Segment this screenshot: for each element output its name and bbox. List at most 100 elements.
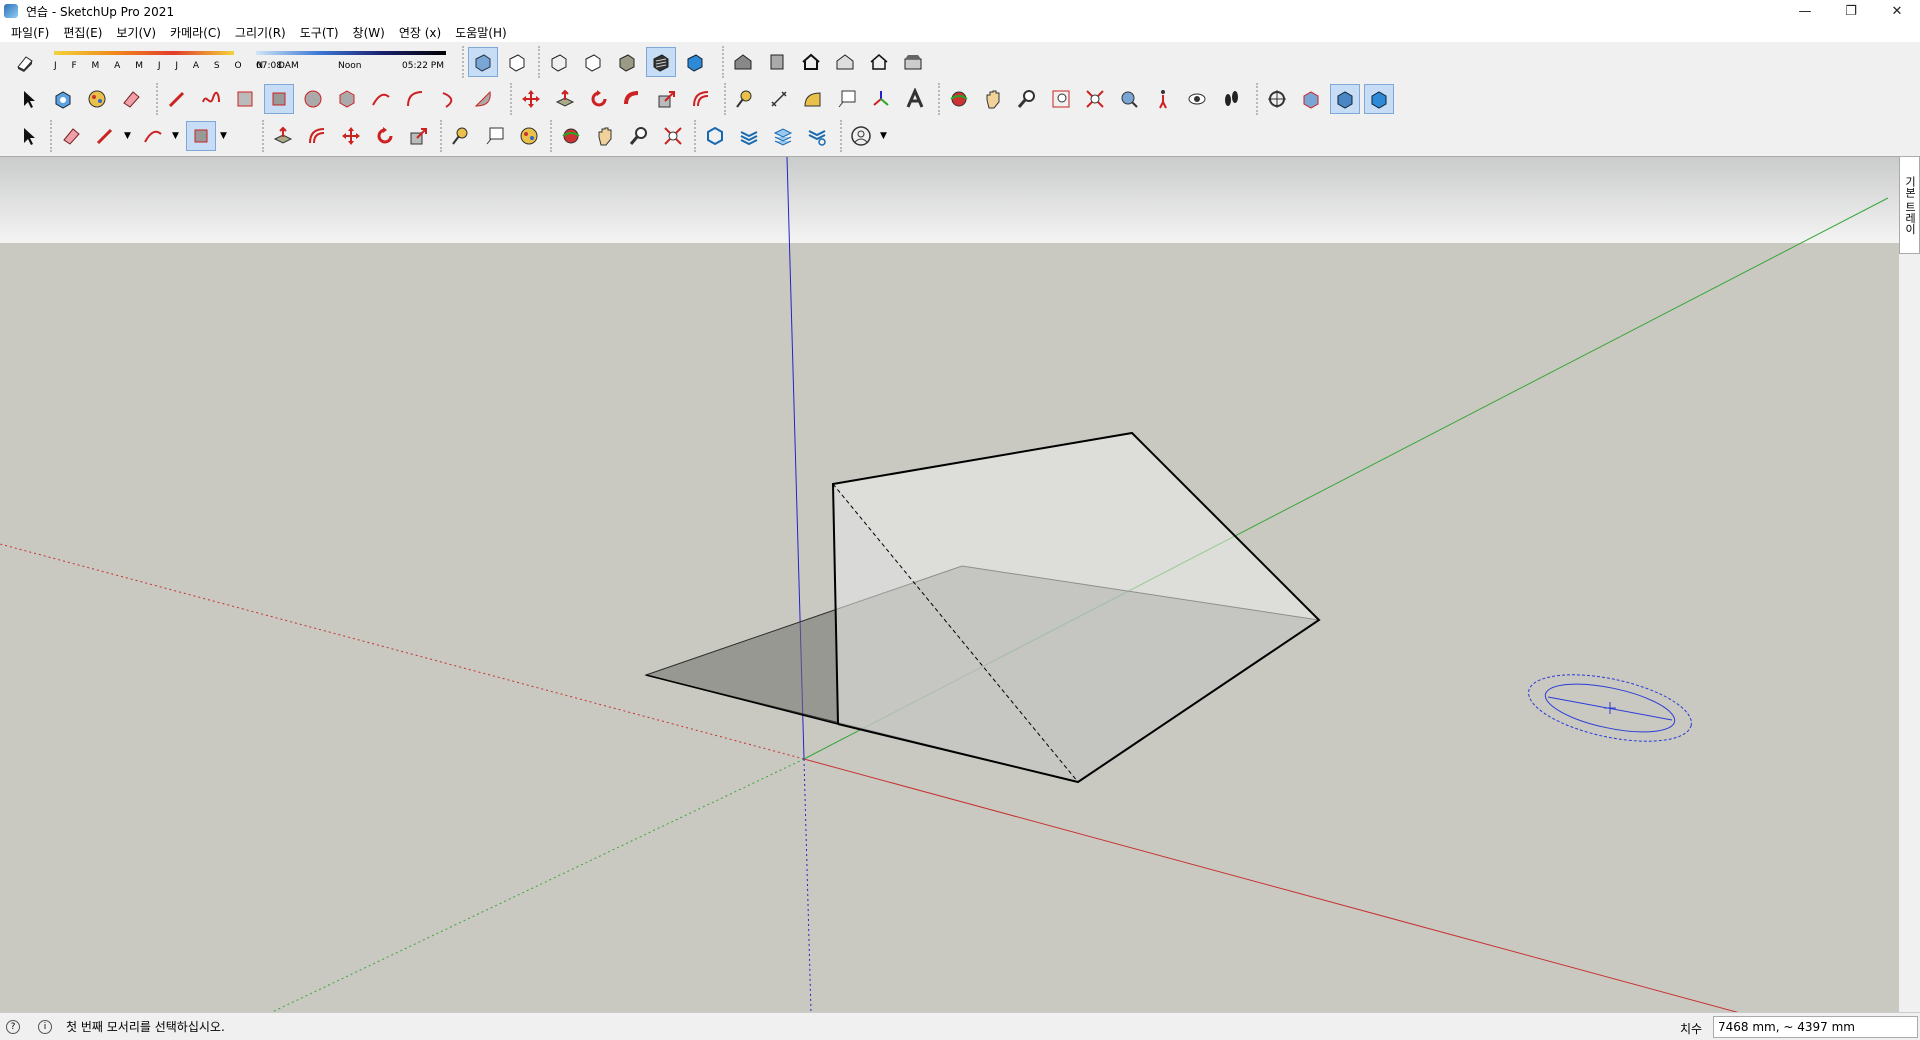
- time-slider[interactable]: [256, 51, 446, 55]
- scale-button-2[interactable]: [404, 121, 434, 151]
- front-view-button[interactable]: [796, 47, 826, 77]
- menu-draw[interactable]: 그리기(R): [228, 24, 293, 41]
- eraser-button[interactable]: [116, 84, 146, 114]
- tags-button[interactable]: [768, 121, 798, 151]
- 3d-text-button[interactable]: [900, 84, 930, 114]
- arc-dropdown-arrow[interactable]: ▼: [172, 131, 182, 141]
- look-around-button[interactable]: [1182, 84, 1212, 114]
- extension-warehouse-button[interactable]: [734, 121, 764, 151]
- geo-location-icon[interactable]: ?: [6, 1019, 20, 1034]
- line-button-2[interactable]: [90, 121, 120, 151]
- scale-icon: [658, 91, 675, 108]
- xray-button[interactable]: [468, 47, 498, 77]
- make-component-button[interactable]: [48, 84, 78, 114]
- move-button[interactable]: [516, 84, 546, 114]
- dimension-button[interactable]: [764, 84, 794, 114]
- arrow-cursor-icon: [24, 128, 35, 145]
- account-dropdown-arrow[interactable]: ▼: [880, 131, 890, 141]
- back-edges-button[interactable]: [502, 47, 532, 77]
- wireframe-button[interactable]: [544, 47, 574, 77]
- menu-edit[interactable]: 편집(E): [56, 24, 109, 41]
- menu-tools[interactable]: 도구(T): [293, 24, 346, 41]
- menu-window[interactable]: 창(W): [346, 24, 392, 41]
- three-point-arc-button[interactable]: [434, 84, 464, 114]
- select-button-2[interactable]: [14, 121, 44, 151]
- tape-measure-button[interactable]: [730, 84, 760, 114]
- text-button[interactable]: [832, 84, 862, 114]
- text-button-2[interactable]: [480, 121, 510, 151]
- push-pull-button[interactable]: [550, 84, 580, 114]
- menu-camera[interactable]: 카메라(C): [163, 24, 228, 41]
- menu-view[interactable]: 보기(V): [109, 24, 163, 41]
- iso-view-button[interactable]: [728, 47, 758, 77]
- section-plane-button[interactable]: [1262, 84, 1292, 114]
- monochrome-button[interactable]: [680, 47, 710, 77]
- rotate-button-2[interactable]: [370, 121, 400, 151]
- circle-button[interactable]: [298, 84, 328, 114]
- push-pull-button-2[interactable]: [268, 121, 298, 151]
- freehand-button[interactable]: [196, 84, 226, 114]
- zoom-button-2[interactable]: [624, 121, 654, 151]
- menu-extensions[interactable]: 연장 (x): [392, 24, 448, 41]
- account-button[interactable]: [846, 121, 876, 151]
- walk-button[interactable]: [1148, 84, 1178, 114]
- restore-button[interactable]: ❐: [1828, 0, 1874, 22]
- footprints-button[interactable]: [1216, 84, 1246, 114]
- measurements-input[interactable]: 7468 mm, ~ 4397 mm: [1713, 1016, 1918, 1038]
- offset-button-2[interactable]: [302, 121, 332, 151]
- paint-bucket-button[interactable]: [82, 84, 112, 114]
- modeling-viewport[interactable]: [0, 156, 1899, 1012]
- date-slider[interactable]: [54, 51, 234, 55]
- follow-me-button[interactable]: [618, 84, 648, 114]
- tape-measure-button-2[interactable]: [446, 121, 476, 151]
- arc-button[interactable]: [366, 84, 396, 114]
- eraser-button-2[interactable]: [56, 121, 86, 151]
- move-button-2[interactable]: [336, 121, 366, 151]
- info-icon[interactable]: i: [38, 1019, 52, 1034]
- right-view-button[interactable]: [830, 47, 860, 77]
- zoom-extents-button[interactable]: [1080, 84, 1110, 114]
- menu-help[interactable]: 도움말(H): [448, 24, 514, 41]
- shaded-button[interactable]: [612, 47, 642, 77]
- pan-button-2[interactable]: [590, 121, 620, 151]
- offset-button[interactable]: [686, 84, 716, 114]
- display-section-fill-button[interactable]: [1364, 84, 1394, 114]
- top-view-button[interactable]: [762, 47, 792, 77]
- line-button[interactable]: [162, 84, 192, 114]
- arc-button-2[interactable]: [138, 121, 168, 151]
- default-tray-tab[interactable]: 기본 트레이: [1899, 156, 1920, 254]
- scale-button[interactable]: [652, 84, 682, 114]
- rectangle-button[interactable]: [230, 84, 260, 114]
- rotate-button[interactable]: [584, 84, 614, 114]
- axes-button[interactable]: [866, 84, 896, 114]
- pan-button[interactable]: [978, 84, 1008, 114]
- select-button[interactable]: [14, 84, 44, 114]
- line-dropdown-arrow[interactable]: ▼: [124, 131, 134, 141]
- orbit-button-2[interactable]: [556, 121, 586, 151]
- shapes-button[interactable]: [186, 121, 216, 151]
- display-section-cuts-button[interactable]: [1330, 84, 1360, 114]
- two-point-arc-button[interactable]: [400, 84, 430, 114]
- 3d-warehouse-button[interactable]: [700, 121, 730, 151]
- zoom-window-button[interactable]: [1046, 84, 1076, 114]
- pie-button[interactable]: [468, 84, 498, 114]
- extension-manager-button[interactable]: [802, 121, 832, 151]
- shadow-toggle-button[interactable]: [10, 47, 40, 77]
- back-view-button[interactable]: [864, 47, 894, 77]
- minimize-button[interactable]: —: [1782, 0, 1828, 22]
- hidden-line-button[interactable]: [578, 47, 608, 77]
- display-section-planes-button[interactable]: [1296, 84, 1326, 114]
- zoom-button[interactable]: [1012, 84, 1042, 114]
- rotated-rectangle-button[interactable]: [264, 84, 294, 114]
- position-camera-button[interactable]: [1114, 84, 1144, 114]
- protractor-button[interactable]: [798, 84, 828, 114]
- polygon-button[interactable]: [332, 84, 362, 114]
- shapes-dropdown-arrow[interactable]: ▼: [220, 131, 230, 141]
- close-button[interactable]: ✕: [1874, 0, 1920, 22]
- orbit-button[interactable]: [944, 84, 974, 114]
- left-view-button[interactable]: [898, 47, 928, 77]
- shaded-textures-button[interactable]: [646, 47, 676, 77]
- menu-file[interactable]: 파일(F): [4, 24, 56, 41]
- zoom-extents-button-2[interactable]: [658, 121, 688, 151]
- paint-bucket-button-2[interactable]: [514, 121, 544, 151]
